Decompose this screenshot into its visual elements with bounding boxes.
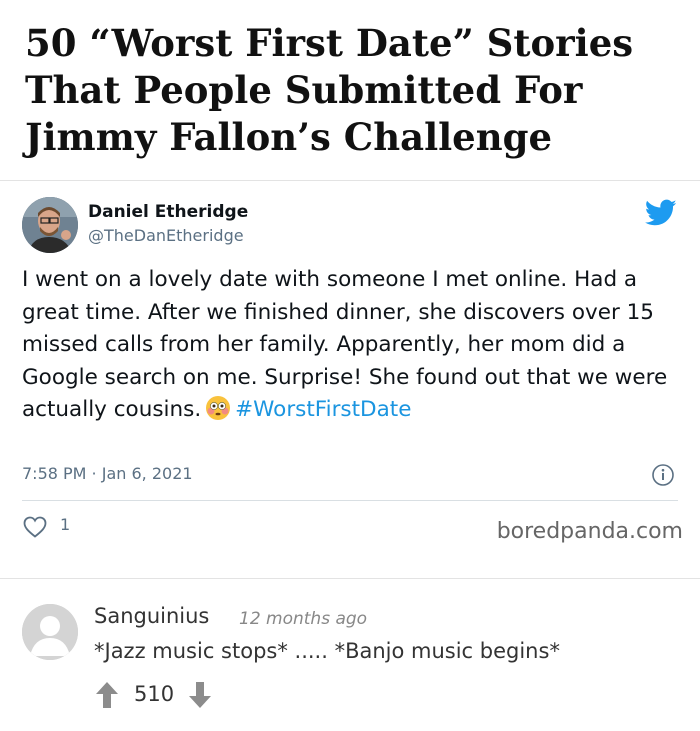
heart-icon[interactable]	[23, 516, 47, 538]
upvote-arrow-icon[interactable]	[95, 681, 119, 709]
tweet-text: I went on a lovely date with someone I m…	[22, 264, 682, 427]
comment-time: 12 months ago	[239, 609, 368, 629]
divider	[22, 500, 678, 501]
twitter-bird-icon[interactable]	[645, 199, 677, 227]
commenter-avatar[interactable]	[22, 604, 78, 660]
tweet-author-name[interactable]: Daniel Etheridge	[88, 202, 248, 222]
hashtag-link[interactable]: #WorstFirstDate	[235, 397, 411, 422]
comment-text: *Jazz music stops* ..... *Banjo music be…	[94, 639, 560, 663]
vote-score: 510	[134, 682, 175, 706]
watermark: boredpanda.com	[496, 519, 683, 544]
comment-username[interactable]: Sanguinius	[94, 604, 209, 628]
downvote-arrow-icon[interactable]	[188, 681, 212, 709]
divider	[0, 180, 700, 181]
like-count: 1	[60, 515, 71, 534]
tweet-author-handle[interactable]: @TheDanEtheridge	[88, 226, 244, 245]
tweet-author-avatar[interactable]	[22, 197, 78, 253]
flushed-face-emoji	[205, 395, 231, 421]
info-icon[interactable]	[651, 463, 675, 487]
article-title: 50 “Worst First Date” Stories That Peopl…	[25, 21, 634, 159]
divider	[0, 578, 700, 579]
tweet-timestamp[interactable]: 7:58 PM · Jan 6, 2021	[22, 464, 193, 483]
